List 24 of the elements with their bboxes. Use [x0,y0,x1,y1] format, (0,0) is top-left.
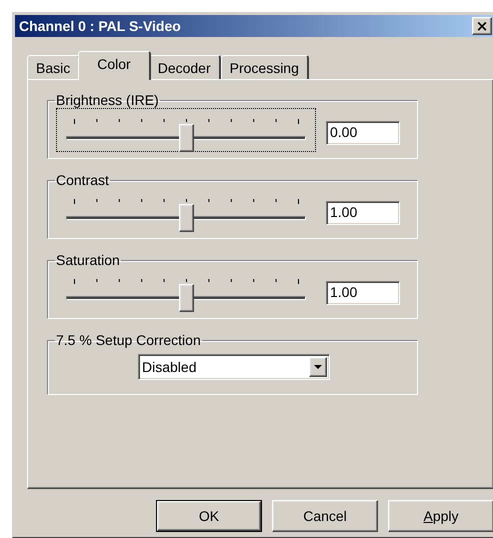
dropdown-arrow-icon[interactable] [314,364,322,370]
tab[interactable]: Basic [27,55,80,79]
group-label: Saturation [56,252,120,268]
slider[interactable] [66,284,306,312]
dropdown[interactable]: Disabled [138,354,330,380]
group-label: Brightness (IRE) [56,92,159,108]
value-field[interactable]: 0.00 [326,121,400,145]
slider-thumb[interactable] [179,284,194,312]
tab[interactable]: Color [78,51,151,80]
slider-thumb[interactable] [179,204,194,232]
value-field[interactable]: 1.00 [326,201,400,225]
slider-thumb[interactable] [179,124,194,152]
tab[interactable]: Processing [220,55,309,79]
dialog-button[interactable]: Apply [388,500,493,532]
group-label: 7.5 % Setup Correction [56,332,201,348]
value-field[interactable]: 1.00 [326,281,400,305]
window-title: Channel 0 : PAL S-Video [19,18,181,34]
tab[interactable]: Decoder [148,55,221,79]
slider[interactable] [66,124,306,152]
slider[interactable] [66,204,306,232]
group-label: Contrast [56,172,109,188]
dialog-button[interactable]: Cancel [272,500,378,532]
dialog-button[interactable]: OK [156,500,262,532]
close-button[interactable]: × [472,17,492,35]
